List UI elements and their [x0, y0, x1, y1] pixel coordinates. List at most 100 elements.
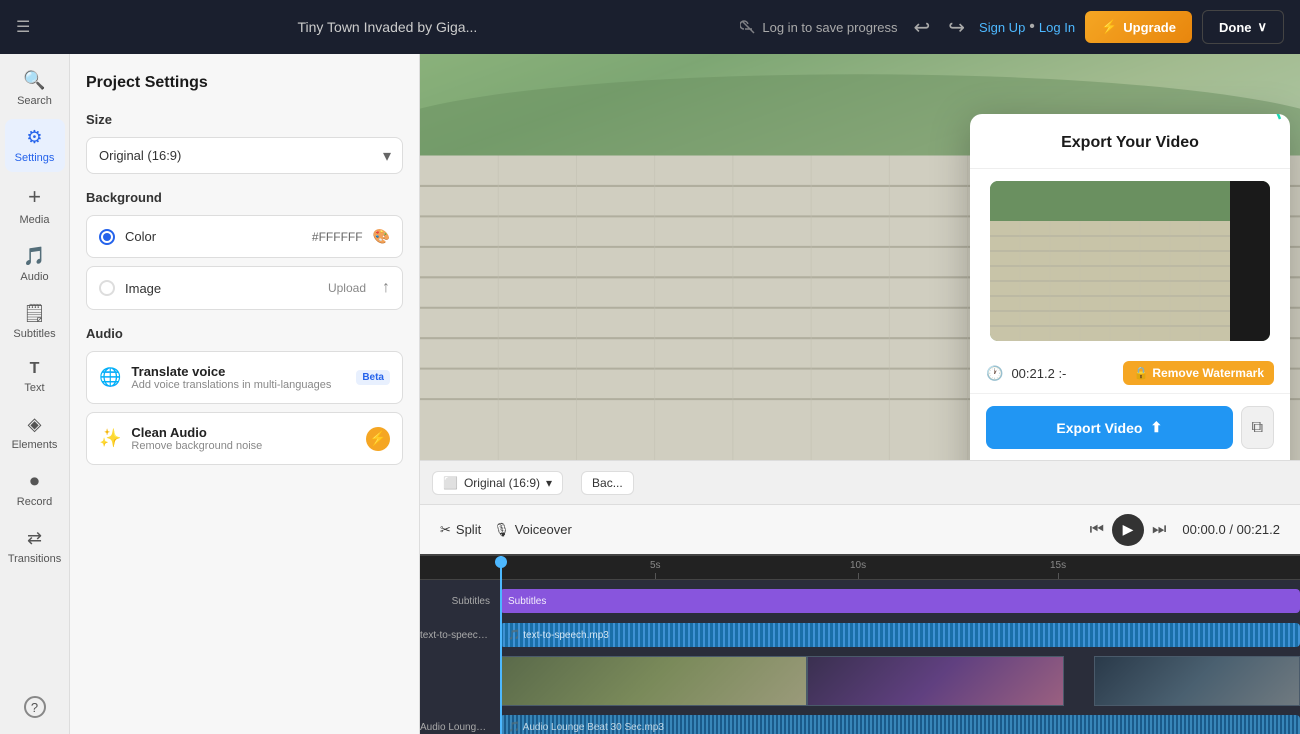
- preview-back-button[interactable]: Bac...: [581, 471, 634, 495]
- sidebar-item-help[interactable]: ?: [5, 688, 65, 726]
- login-link[interactable]: Log In: [1039, 20, 1075, 35]
- export-panel: Export Your Video: [970, 114, 1290, 460]
- bg-color-label: Color: [125, 229, 302, 244]
- upload-icon: ↑: [382, 279, 390, 297]
- auth-links: Sign Up • Log In: [979, 18, 1075, 36]
- upgrade-button[interactable]: ⚡ Upgrade: [1085, 11, 1192, 43]
- upload-button[interactable]: Upload: [328, 281, 366, 295]
- export-copy-button[interactable]: ⧉: [1241, 406, 1274, 449]
- menu-icon[interactable]: ☰: [16, 17, 30, 37]
- video-clips-bar: [500, 656, 1300, 706]
- tts-track-label: text-to-speech.mp3: [420, 630, 496, 641]
- remove-watermark-button[interactable]: 🔒 Remove Watermark: [1123, 361, 1274, 385]
- undo-button[interactable]: ↩: [910, 11, 935, 44]
- translate-voice-subtitle: Add voice translations in multi-language…: [131, 379, 346, 391]
- cloud-off-icon: [740, 19, 756, 35]
- upgrade-label: Upgrade: [1123, 20, 1176, 35]
- color-picker-icon[interactable]: 🎨: [373, 228, 390, 245]
- media-add-icon: +: [28, 184, 41, 210]
- timeline-tracks: Subtitles Subtitles text-to-speech.mp3 🎵…: [420, 580, 1300, 734]
- clean-audio-subtitle: Remove background noise: [131, 440, 356, 452]
- preview-size-label: Original (16:9): [464, 476, 540, 490]
- settings-panel: Project Settings Size Original (16:9) ▾ …: [70, 54, 420, 734]
- translate-voice-info: Translate voice Add voice translations i…: [131, 364, 346, 391]
- preview-toolbar: ⬜ Original (16:9) ▾ Bac...: [420, 460, 1300, 504]
- sidebar-item-audio[interactable]: 🎵 Audio: [5, 238, 65, 291]
- ruler-mark-5s: 5s: [650, 560, 661, 579]
- bg-color-radio[interactable]: [99, 229, 115, 245]
- video-clip-3[interactable]: [1094, 656, 1300, 706]
- save-warning: Log in to save progress: [740, 19, 897, 35]
- sidebar-label-transitions: Transitions: [8, 553, 61, 565]
- sidebar-item-text[interactable]: T Text: [5, 352, 65, 402]
- sidebar-item-record[interactable]: ⏺ Record: [5, 463, 65, 516]
- skip-back-button[interactable]: ⏮: [1090, 521, 1104, 539]
- total-time: 00:21.2: [1237, 522, 1280, 537]
- timeline: 5s 10s 15s Subtitles: [420, 554, 1300, 734]
- playback-controls: ✂ Split 🎙 Voiceover ⏮ ▶ ⏭ 00:00.0 / 00:2…: [420, 504, 1300, 554]
- text-icon: T: [30, 360, 40, 378]
- tts-waveform: [500, 623, 1300, 647]
- sidebar-item-elements[interactable]: ◈ Elements: [5, 406, 65, 459]
- size-select[interactable]: Original (16:9): [86, 137, 403, 174]
- tts-track-bar[interactable]: 🎵 text-to-speech.mp3: [500, 623, 1300, 647]
- translate-voice-title: Translate voice: [131, 364, 346, 379]
- sidebar-label-elements: Elements: [12, 439, 58, 451]
- export-btn-row: Export Video ⬆ ⧉: [970, 394, 1290, 460]
- sidebar-item-settings[interactable]: ⚙ Settings: [5, 119, 65, 172]
- preview-size-chevron: ▾: [546, 476, 552, 490]
- translate-voice-card[interactable]: 🌐 Translate voice Add voice translations…: [86, 351, 403, 404]
- left-sidebar: 🔍 Search ⚙ Settings + Media 🎵 Audio 🗒 Su…: [0, 54, 70, 734]
- export-preview-container: [970, 181, 1290, 341]
- voiceover-button[interactable]: 🎙 Voiceover: [493, 522, 572, 538]
- size-label: Size: [86, 112, 403, 127]
- video-clip-2[interactable]: [807, 656, 1063, 706]
- subtitle-track-label: Subtitles: [420, 596, 496, 607]
- redo-button[interactable]: ↪: [944, 11, 969, 44]
- size-select-wrapper: Original (16:9) ▾: [86, 137, 403, 174]
- sidebar-label-audio: Audio: [20, 271, 48, 283]
- video-clip-1[interactable]: [500, 656, 807, 706]
- split-icon: ✂: [440, 522, 451, 538]
- sidebar-item-subtitles[interactable]: 🗒 Subtitles: [5, 295, 65, 348]
- ruler-mark-15s: 15s: [1050, 560, 1066, 579]
- audio-label: Audio: [86, 326, 403, 341]
- upgrade-icon: ⚡: [1101, 19, 1117, 35]
- sidebar-item-transitions[interactable]: ⇄ Transitions: [5, 520, 65, 573]
- subtitles-icon: 🗒: [23, 303, 46, 324]
- transitions-icon: ⇄: [27, 528, 42, 549]
- bg-image-option[interactable]: Image Upload ↑: [86, 266, 403, 310]
- project-title: Tiny Town Invaded by Giga...: [297, 19, 477, 35]
- music-track-bar[interactable]: 🎵 Audio Lounge Beat 30 Sec.mp3: [500, 715, 1300, 734]
- clean-audio-upgrade-icon: ⚡: [366, 427, 390, 451]
- tts-track-name: 🎵 text-to-speech.mp3: [508, 630, 609, 641]
- main-layout: 🔍 Search ⚙ Settings + Media 🎵 Audio 🗒 Su…: [0, 54, 1300, 734]
- subtitle-track-bar[interactable]: Subtitles: [500, 589, 1300, 613]
- timeline-playhead[interactable]: [500, 556, 502, 734]
- video-preview: Export Your Video: [420, 54, 1300, 460]
- split-button[interactable]: ✂ Split: [440, 522, 481, 538]
- copy-icon: ⧉: [1252, 419, 1263, 437]
- sidebar-label-subtitles: Subtitles: [13, 328, 55, 340]
- sidebar-label-search: Search: [17, 95, 52, 107]
- bg-image-radio[interactable]: [99, 280, 115, 296]
- background-label: Background: [86, 190, 403, 205]
- playback-buttons: ⏮ ▶ ⏭ 00:00.0 / 00:21.2: [1090, 514, 1280, 546]
- sidebar-item-media[interactable]: + Media: [5, 176, 65, 234]
- preview-size-select[interactable]: ⬜ Original (16:9) ▾: [432, 471, 563, 495]
- bg-color-option[interactable]: Color #FFFFFF 🎨: [86, 215, 403, 258]
- audio-icon: 🎵: [23, 246, 45, 267]
- music-track-name: 🎵 Audio Lounge Beat 30 Sec.mp3: [508, 722, 664, 733]
- clean-audio-card[interactable]: ✨ Clean Audio Remove background noise ⚡: [86, 412, 403, 465]
- sidebar-item-search[interactable]: 🔍 Search: [5, 62, 65, 115]
- export-video-button[interactable]: Export Video ⬆: [986, 406, 1233, 449]
- skip-forward-button[interactable]: ⏭: [1152, 521, 1166, 539]
- music-track: Audio Lounge Beat 30 Sec.mp3 🎵 Audio Lou…: [500, 712, 1300, 734]
- ruler-mark-10s: 10s: [850, 560, 866, 579]
- done-button[interactable]: Done ∨: [1202, 10, 1284, 44]
- play-button[interactable]: ▶: [1112, 514, 1144, 546]
- signup-link[interactable]: Sign Up: [979, 20, 1025, 35]
- export-preview-thumb: [990, 181, 1270, 341]
- voiceover-label: Voiceover: [515, 522, 572, 537]
- audio-section: 🌐 Translate voice Add voice translations…: [86, 351, 403, 465]
